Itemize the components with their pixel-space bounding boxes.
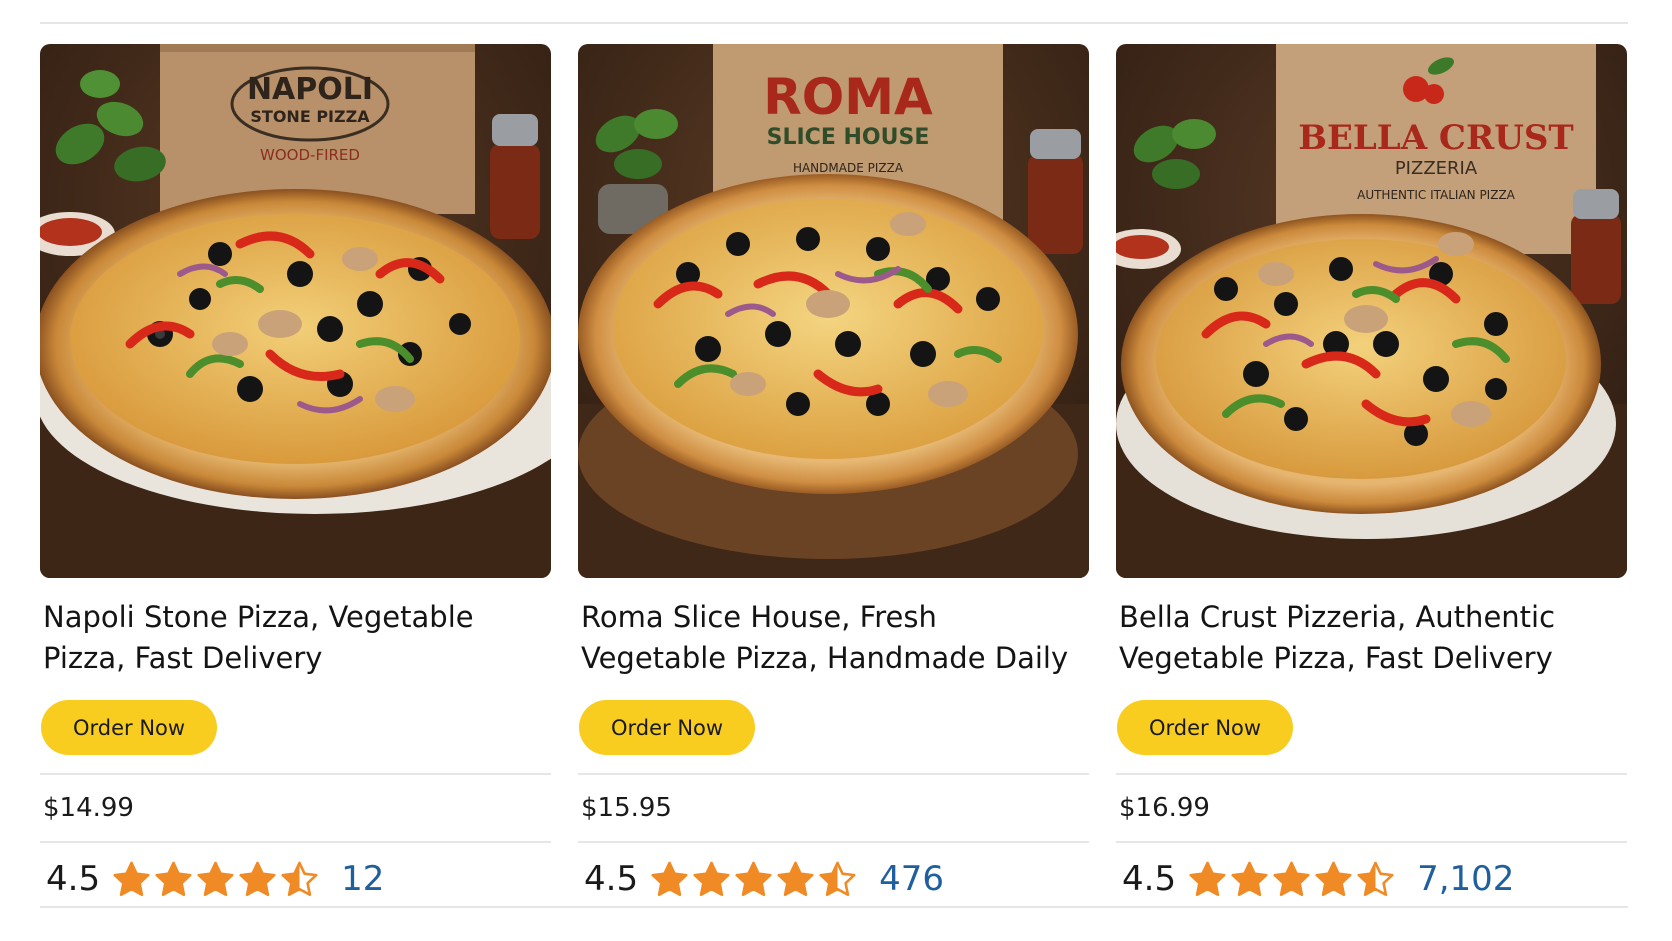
star-full-icon: [651, 861, 688, 896]
star-half-icon: [819, 861, 856, 896]
rating-row: 4.5 7,102: [1116, 843, 1627, 915]
star-full-icon: [239, 861, 276, 896]
product-image[interactable]: ROMA SLICE HOUSE HANDMADE PIZZA: [578, 44, 1089, 578]
product-price: $16.99: [1119, 793, 1210, 823]
product-image[interactable]: NAPOLI STONE PIZZA WOOD-FIRED: [40, 44, 551, 578]
star-full-icon: [1231, 861, 1268, 896]
star-half-icon: [1357, 861, 1394, 896]
pizza-photo-2: ROMA SLICE HOUSE HANDMADE PIZZA: [578, 44, 1089, 578]
box-sub-text: STONE PIZZA: [250, 107, 370, 126]
pizza-photo-1: NAPOLI STONE PIZZA WOOD-FIRED: [40, 44, 551, 578]
box-tag-text: AUTHENTIC ITALIAN PIZZA: [1357, 188, 1516, 202]
product-card: ROMA SLICE HOUSE HANDMADE PIZZA Roma Sli…: [578, 44, 1089, 915]
box-brand-text: ROMA: [763, 68, 933, 126]
review-count-link[interactable]: 476: [879, 859, 944, 899]
star-rating[interactable]: [1188, 860, 1395, 899]
star-half-icon: [281, 861, 318, 896]
product-price: $15.95: [581, 793, 672, 823]
star-full-icon: [693, 861, 730, 896]
rating-row: 4.5 476: [578, 843, 1089, 915]
rating-value: 4.5: [1122, 859, 1177, 899]
rating-value: 4.5: [46, 859, 101, 899]
box-sub-text: PIZZERIA: [1395, 158, 1478, 179]
star-full-icon: [1273, 861, 1310, 896]
star-full-icon: [777, 861, 814, 896]
star-full-icon: [113, 861, 150, 896]
product-grid: NAPOLI STONE PIZZA WOOD-FIRED Napoli Sto…: [40, 44, 1628, 915]
top-divider: [40, 22, 1628, 24]
order-now-button[interactable]: Order Now: [41, 700, 218, 755]
product-image[interactable]: BELLA CRUST PIZZERIA AUTHENTIC ITALIAN P…: [1116, 44, 1627, 578]
star-full-icon: [1189, 861, 1226, 896]
spice-jar-icon: [1028, 129, 1083, 254]
review-count-link[interactable]: 7,102: [1417, 859, 1514, 899]
product-card: NAPOLI STONE PIZZA WOOD-FIRED Napoli Sto…: [40, 44, 551, 915]
box-brand-text: NAPOLI: [247, 72, 373, 107]
product-title[interactable]: Napoli Stone Pizza, Vegetable Pizza, Fas…: [40, 597, 551, 679]
box-brand-text: BELLA CRUST: [1298, 118, 1574, 158]
product-title[interactable]: Bella Crust Pizzeria, Authentic Vegetabl…: [1116, 597, 1627, 679]
rating-row: 4.5 12: [40, 843, 551, 915]
star-full-icon: [1315, 861, 1352, 896]
star-full-icon: [155, 861, 192, 896]
pizza-photo-3: BELLA CRUST PIZZERIA AUTHENTIC ITALIAN P…: [1116, 44, 1627, 578]
spice-jar-icon: [1571, 189, 1621, 304]
star-rating[interactable]: [650, 860, 857, 899]
box-sub-text: SLICE HOUSE: [767, 125, 930, 150]
order-now-button[interactable]: Order Now: [579, 700, 756, 755]
spice-jar-icon: [490, 114, 540, 239]
star-rating[interactable]: [112, 860, 319, 899]
box-tag-text: WOOD-FIRED: [260, 146, 360, 164]
star-full-icon: [735, 861, 772, 896]
product-price: $14.99: [43, 793, 134, 823]
review-count-link[interactable]: 12: [341, 859, 384, 899]
bottom-divider: [40, 906, 1628, 908]
product-title[interactable]: Roma Slice House, Fresh Vegetable Pizza,…: [578, 597, 1089, 679]
star-full-icon: [197, 861, 234, 896]
order-now-button[interactable]: Order Now: [1117, 700, 1294, 755]
box-tag-text: HANDMADE PIZZA: [793, 161, 904, 175]
product-card: BELLA CRUST PIZZERIA AUTHENTIC ITALIAN P…: [1116, 44, 1627, 915]
rating-value: 4.5: [584, 859, 639, 899]
